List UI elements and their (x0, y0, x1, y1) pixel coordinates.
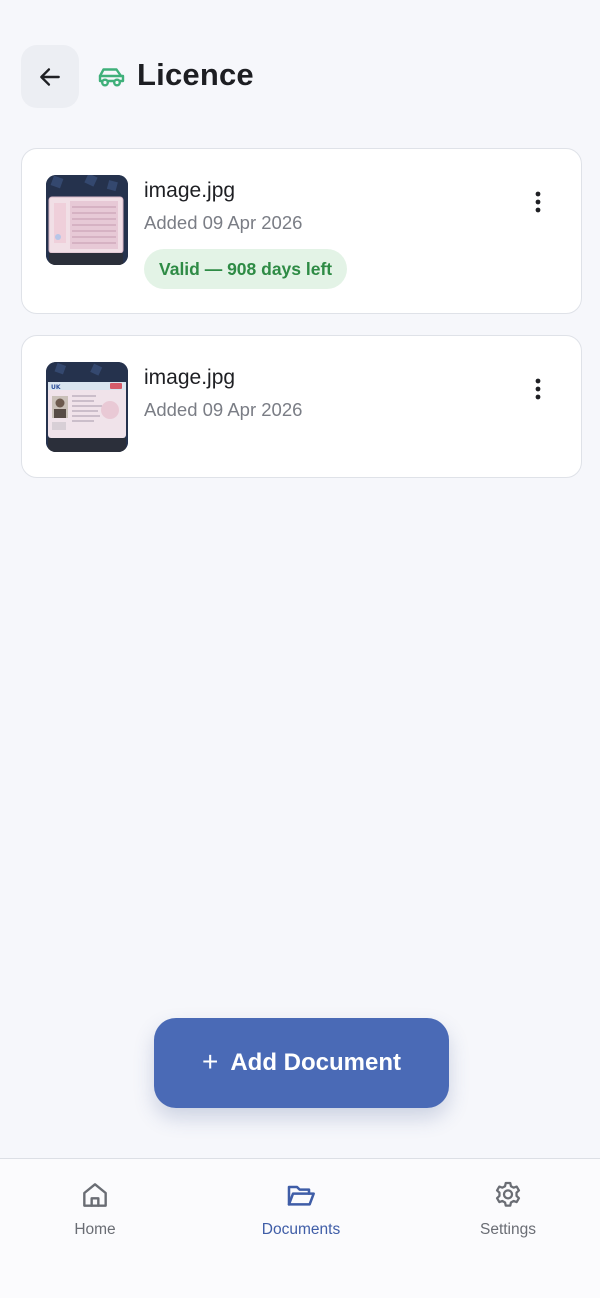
back-button[interactable] (21, 45, 79, 108)
nav-item-settings[interactable]: Settings (438, 1179, 578, 1239)
svg-text:UK: UK (51, 384, 61, 391)
add-document-button[interactable]: + Add Document (154, 1018, 449, 1108)
document-filename: image.jpg (144, 366, 236, 389)
nav-item-documents[interactable]: Documents (231, 1179, 371, 1239)
nav-label: Home (74, 1221, 116, 1238)
app-screen: Licence image.jpg Added 09 Apr 2026 Vali… (0, 0, 600, 1298)
document-thumbnail[interactable] (46, 175, 128, 265)
plus-icon: + (201, 1046, 219, 1077)
licence-back-photo (46, 175, 128, 265)
document-added-date: Added 09 Apr 2026 (144, 399, 303, 420)
gear-icon (495, 1181, 521, 1207)
nav-label: Documents (261, 1221, 341, 1238)
folder-open-icon (287, 1185, 315, 1206)
page-title: Licence (137, 57, 254, 92)
document-thumbnail[interactable]: UK (46, 362, 128, 452)
more-options-button[interactable] (525, 189, 551, 215)
nav-item-home[interactable]: Home (25, 1179, 165, 1239)
home-icon (83, 1183, 107, 1207)
licence-front-photo: UK (46, 362, 128, 452)
document-filename: image.jpg (144, 179, 236, 202)
document-card[interactable]: image.jpg Added 09 Apr 2026 Valid — 908 … (21, 148, 582, 314)
bottom-navigation: Home Documents Settings (0, 1158, 600, 1298)
more-vertical-icon (535, 378, 541, 400)
add-document-label: Add Document (230, 1049, 402, 1076)
more-options-button[interactable] (525, 376, 551, 402)
car-icon (98, 68, 125, 87)
more-vertical-icon (535, 191, 541, 213)
header: Licence (0, 0, 600, 140)
nav-label: Settings (479, 1221, 536, 1238)
validity-badge: Valid — 908 days left (144, 249, 348, 289)
document-card[interactable]: UK image.jpg Added 09 Apr 2026 (21, 335, 582, 478)
arrow-left-icon (40, 67, 60, 86)
document-added-date: Added 09 Apr 2026 (144, 212, 303, 233)
